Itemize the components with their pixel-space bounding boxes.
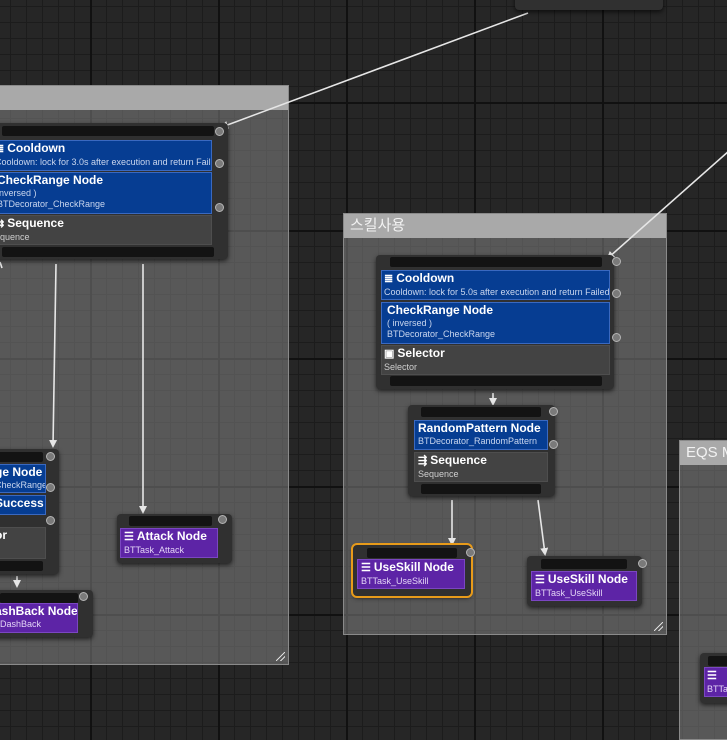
- randompattern-decorator[interactable]: RandomPattern Node BTDecorator_RandomPat…: [414, 420, 548, 450]
- task-section[interactable]: ☰ UseSkill Node BTTask_UseSkill: [531, 571, 637, 601]
- composite-title: Sequence: [7, 216, 64, 230]
- selector-composite[interactable]: ▣ Selector Selector: [381, 345, 610, 375]
- decorator-pin[interactable]: [46, 516, 55, 525]
- task-class: BTTask_UseSkill: [535, 588, 603, 598]
- task-class: BTTask_UseSkill: [361, 576, 429, 586]
- decorator-description: Cooldown: lock for 3.0s after execution …: [0, 157, 212, 167]
- input-pin-bar[interactable]: [421, 407, 541, 417]
- skill-selector-node[interactable]: ≣ Cooldown Cooldown: lock for 5.0s after …: [376, 255, 621, 389]
- decorator-pin[interactable]: [46, 483, 55, 492]
- decorator-flag: ( inversed ): [387, 318, 433, 328]
- cooldown-decorator[interactable]: ≣ Cooldown Cooldown: lock for 5.0s after …: [381, 270, 610, 300]
- cooldown-decorator[interactable]: ≣Cooldown Cooldown: lock for 3.0s after …: [0, 140, 212, 171]
- task-class: BTTa: [707, 684, 727, 694]
- input-pin-bar[interactable]: [708, 656, 727, 666]
- cooldown-icon: ≣: [0, 142, 4, 157]
- input-pin[interactable]: [549, 407, 558, 416]
- sequence-composite[interactable]: ⇶ Sequence Sequence: [414, 452, 548, 482]
- decorator-pin[interactable]: [612, 333, 621, 342]
- composite-class: Sequence: [418, 469, 459, 479]
- input-pin[interactable]: [612, 257, 621, 266]
- task-title: UseSkill Node: [373, 560, 454, 574]
- input-pin[interactable]: [79, 592, 88, 601]
- checkrange-decorator[interactable]: CheckRange Node inversed ) BTDecorator_C…: [0, 172, 212, 214]
- dashback-task-node[interactable]: ashBack Node _DashBack: [0, 590, 93, 637]
- input-pin[interactable]: [215, 127, 224, 136]
- decorator-title: Success: [0, 496, 44, 510]
- task-section[interactable]: ashBack Node _DashBack: [0, 603, 78, 633]
- task-icon: ☰: [124, 531, 134, 543]
- task-title: UseSkill Node: [547, 572, 628, 586]
- use-skill-task-node-selected[interactable]: ☰ UseSkill Node BTTask_UseSkill: [351, 543, 475, 598]
- sequence-icon: ⇉: [0, 217, 4, 232]
- decorator-title: RandomPattern Node: [418, 421, 541, 435]
- eqs-task-node-partial[interactable]: ☰ BTTa: [700, 653, 727, 703]
- success-decorator[interactable]: Success: [0, 495, 46, 515]
- input-pin[interactable]: [46, 452, 55, 461]
- cooldown-icon: ≣: [384, 273, 394, 285]
- decorator-pin[interactable]: [215, 159, 224, 168]
- left-child-composite-node[interactable]: ge Node CheckRange Success or: [0, 449, 59, 574]
- decorator-title: Cooldown: [7, 141, 66, 155]
- composite-class: Selector: [384, 362, 418, 372]
- decorator-title: ge Node: [0, 465, 43, 479]
- input-pin-bar[interactable]: [390, 257, 602, 267]
- sequence-icon: ⇶: [418, 455, 428, 467]
- decorator-description: Cooldown: lock for 5.0s after execution …: [384, 287, 610, 297]
- parent-node-top[interactable]: [515, 0, 663, 10]
- task-icon: ☰: [707, 670, 717, 682]
- decorator-class: BTDecorator_CheckRange: [387, 329, 496, 339]
- decorator-pin[interactable]: [612, 289, 621, 298]
- resize-handle[interactable]: [654, 622, 663, 631]
- task-class: _DashBack: [0, 619, 42, 629]
- input-pin-bar[interactable]: [2, 126, 214, 136]
- random-pattern-sequence-node[interactable]: RandomPattern Node BTDecorator_RandomPat…: [408, 405, 558, 496]
- selector-icon: ▣: [384, 348, 395, 360]
- decorator-title: CheckRange Node: [387, 303, 494, 317]
- input-pin[interactable]: [218, 515, 227, 524]
- composite-title: Sequence: [430, 453, 487, 467]
- checkrange-decorator[interactable]: ge Node CheckRange: [0, 464, 46, 493]
- task-title: Attack Node: [136, 529, 207, 543]
- input-pin[interactable]: [638, 559, 647, 568]
- input-pin-bar[interactable]: [367, 548, 457, 558]
- output-pin-bar[interactable]: [0, 561, 43, 571]
- task-section[interactable]: ☰ Attack Node BTTask_Attack: [120, 528, 218, 558]
- comment-title-bar[interactable]: [0, 86, 288, 110]
- decorator-flag: inversed ): [0, 188, 37, 198]
- output-pin-bar[interactable]: [421, 484, 541, 494]
- composite-section[interactable]: or: [0, 527, 46, 559]
- decorator-class: BTDecorator_CheckRange: [0, 199, 106, 209]
- input-pin-bar[interactable]: [0, 593, 78, 603]
- composite-class: equence: [0, 232, 30, 242]
- decorator-pin[interactable]: [215, 203, 224, 212]
- task-icon: ☰: [535, 574, 545, 586]
- use-skill-task-node[interactable]: ☰ UseSkill Node BTTask_UseSkill: [527, 556, 647, 606]
- task-section[interactable]: ☰ BTTa: [704, 667, 727, 697]
- decorator-class: BTDecorator_RandomPattern: [418, 436, 538, 446]
- decorator-title: CheckRange Node: [0, 173, 104, 187]
- checkrange-decorator[interactable]: CheckRange Node ( inversed ) BTDecorator…: [381, 302, 610, 344]
- comment-title-bar[interactable]: EQS M: [680, 441, 727, 465]
- input-pin-bar[interactable]: [129, 516, 212, 526]
- task-icon: ☰: [361, 562, 371, 574]
- task-class: BTTask_Attack: [124, 545, 185, 555]
- attack-task-node[interactable]: ☰ Attack Node BTTask_Attack: [117, 514, 232, 563]
- input-pin[interactable]: [466, 548, 475, 557]
- composite-title: Selector: [397, 346, 445, 360]
- comment-title-bar[interactable]: 스킬사용: [344, 214, 666, 238]
- task-title: ashBack Node: [0, 604, 78, 618]
- decorator-title: Cooldown: [396, 271, 455, 285]
- decorator-class: CheckRange: [0, 480, 46, 490]
- left-sequence-node[interactable]: ≣Cooldown Cooldown: lock for 3.0s after …: [0, 123, 228, 259]
- input-pin-bar[interactable]: [0, 452, 43, 462]
- output-pin-bar[interactable]: [2, 247, 214, 257]
- input-pin-bar[interactable]: [541, 559, 627, 569]
- output-pin-bar[interactable]: [390, 376, 602, 386]
- task-section[interactable]: ☰ UseSkill Node BTTask_UseSkill: [357, 559, 465, 589]
- resize-handle[interactable]: [276, 652, 285, 661]
- sequence-composite[interactable]: ⇉Sequence equence: [0, 215, 212, 245]
- composite-title: or: [0, 528, 7, 542]
- decorator-pin[interactable]: [549, 440, 558, 449]
